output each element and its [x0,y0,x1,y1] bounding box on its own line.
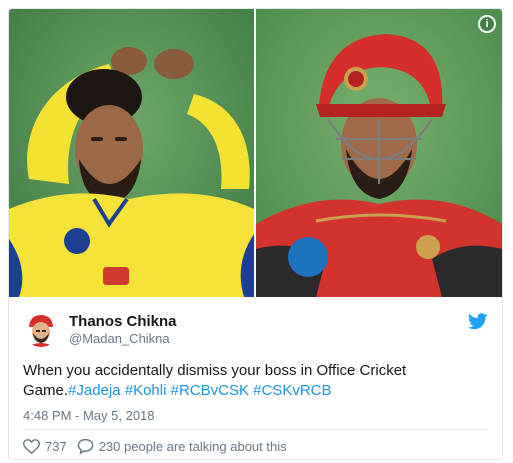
divider [23,429,488,430]
speech-bubble-icon [77,438,93,454]
avatar[interactable] [23,311,59,347]
like-count: 737 [45,438,67,454]
tweet-timestamp[interactable]: 4:48 PM - May 5, 2018 [23,408,155,423]
info-icon[interactable]: i [478,15,496,33]
bowler-illustration [9,9,254,297]
heart-icon [23,438,40,454]
hashtag-rcbvcsk[interactable]: #RCBvCSK [171,382,249,399]
hashtag-kohli[interactable]: #Kohli [125,382,167,399]
tweet-media[interactable]: i [9,9,502,297]
tweet-card[interactable]: i Thanos Chikna @Madan_Chikna When you a… [8,8,503,460]
twitter-bird-icon[interactable] [467,313,488,335]
like-button[interactable]: 737 [23,439,67,454]
tweet-author[interactable]: Thanos Chikna @Madan_Chikna [23,309,177,349]
tweet-text: When you accidentally dismiss your boss … [23,361,463,401]
talking-count: 230 people are talking about this [98,438,287,454]
talking-link[interactable]: 230 people are talking about this [77,438,287,454]
batsman-illustration [256,9,502,297]
author-handle[interactable]: @Madan_Chikna [69,331,177,347]
tweet-actions: 737 230 people are talking about this [23,436,287,456]
photo-batsman[interactable]: i [256,9,502,297]
avatar-icon [23,311,59,347]
hashtag-cskvrcb[interactable]: #CSKvRCB [253,382,331,399]
photo-bowler[interactable] [9,9,254,297]
author-display-name[interactable]: Thanos Chikna [69,312,177,331]
hashtag-jadeja[interactable]: #Jadeja [68,382,121,399]
